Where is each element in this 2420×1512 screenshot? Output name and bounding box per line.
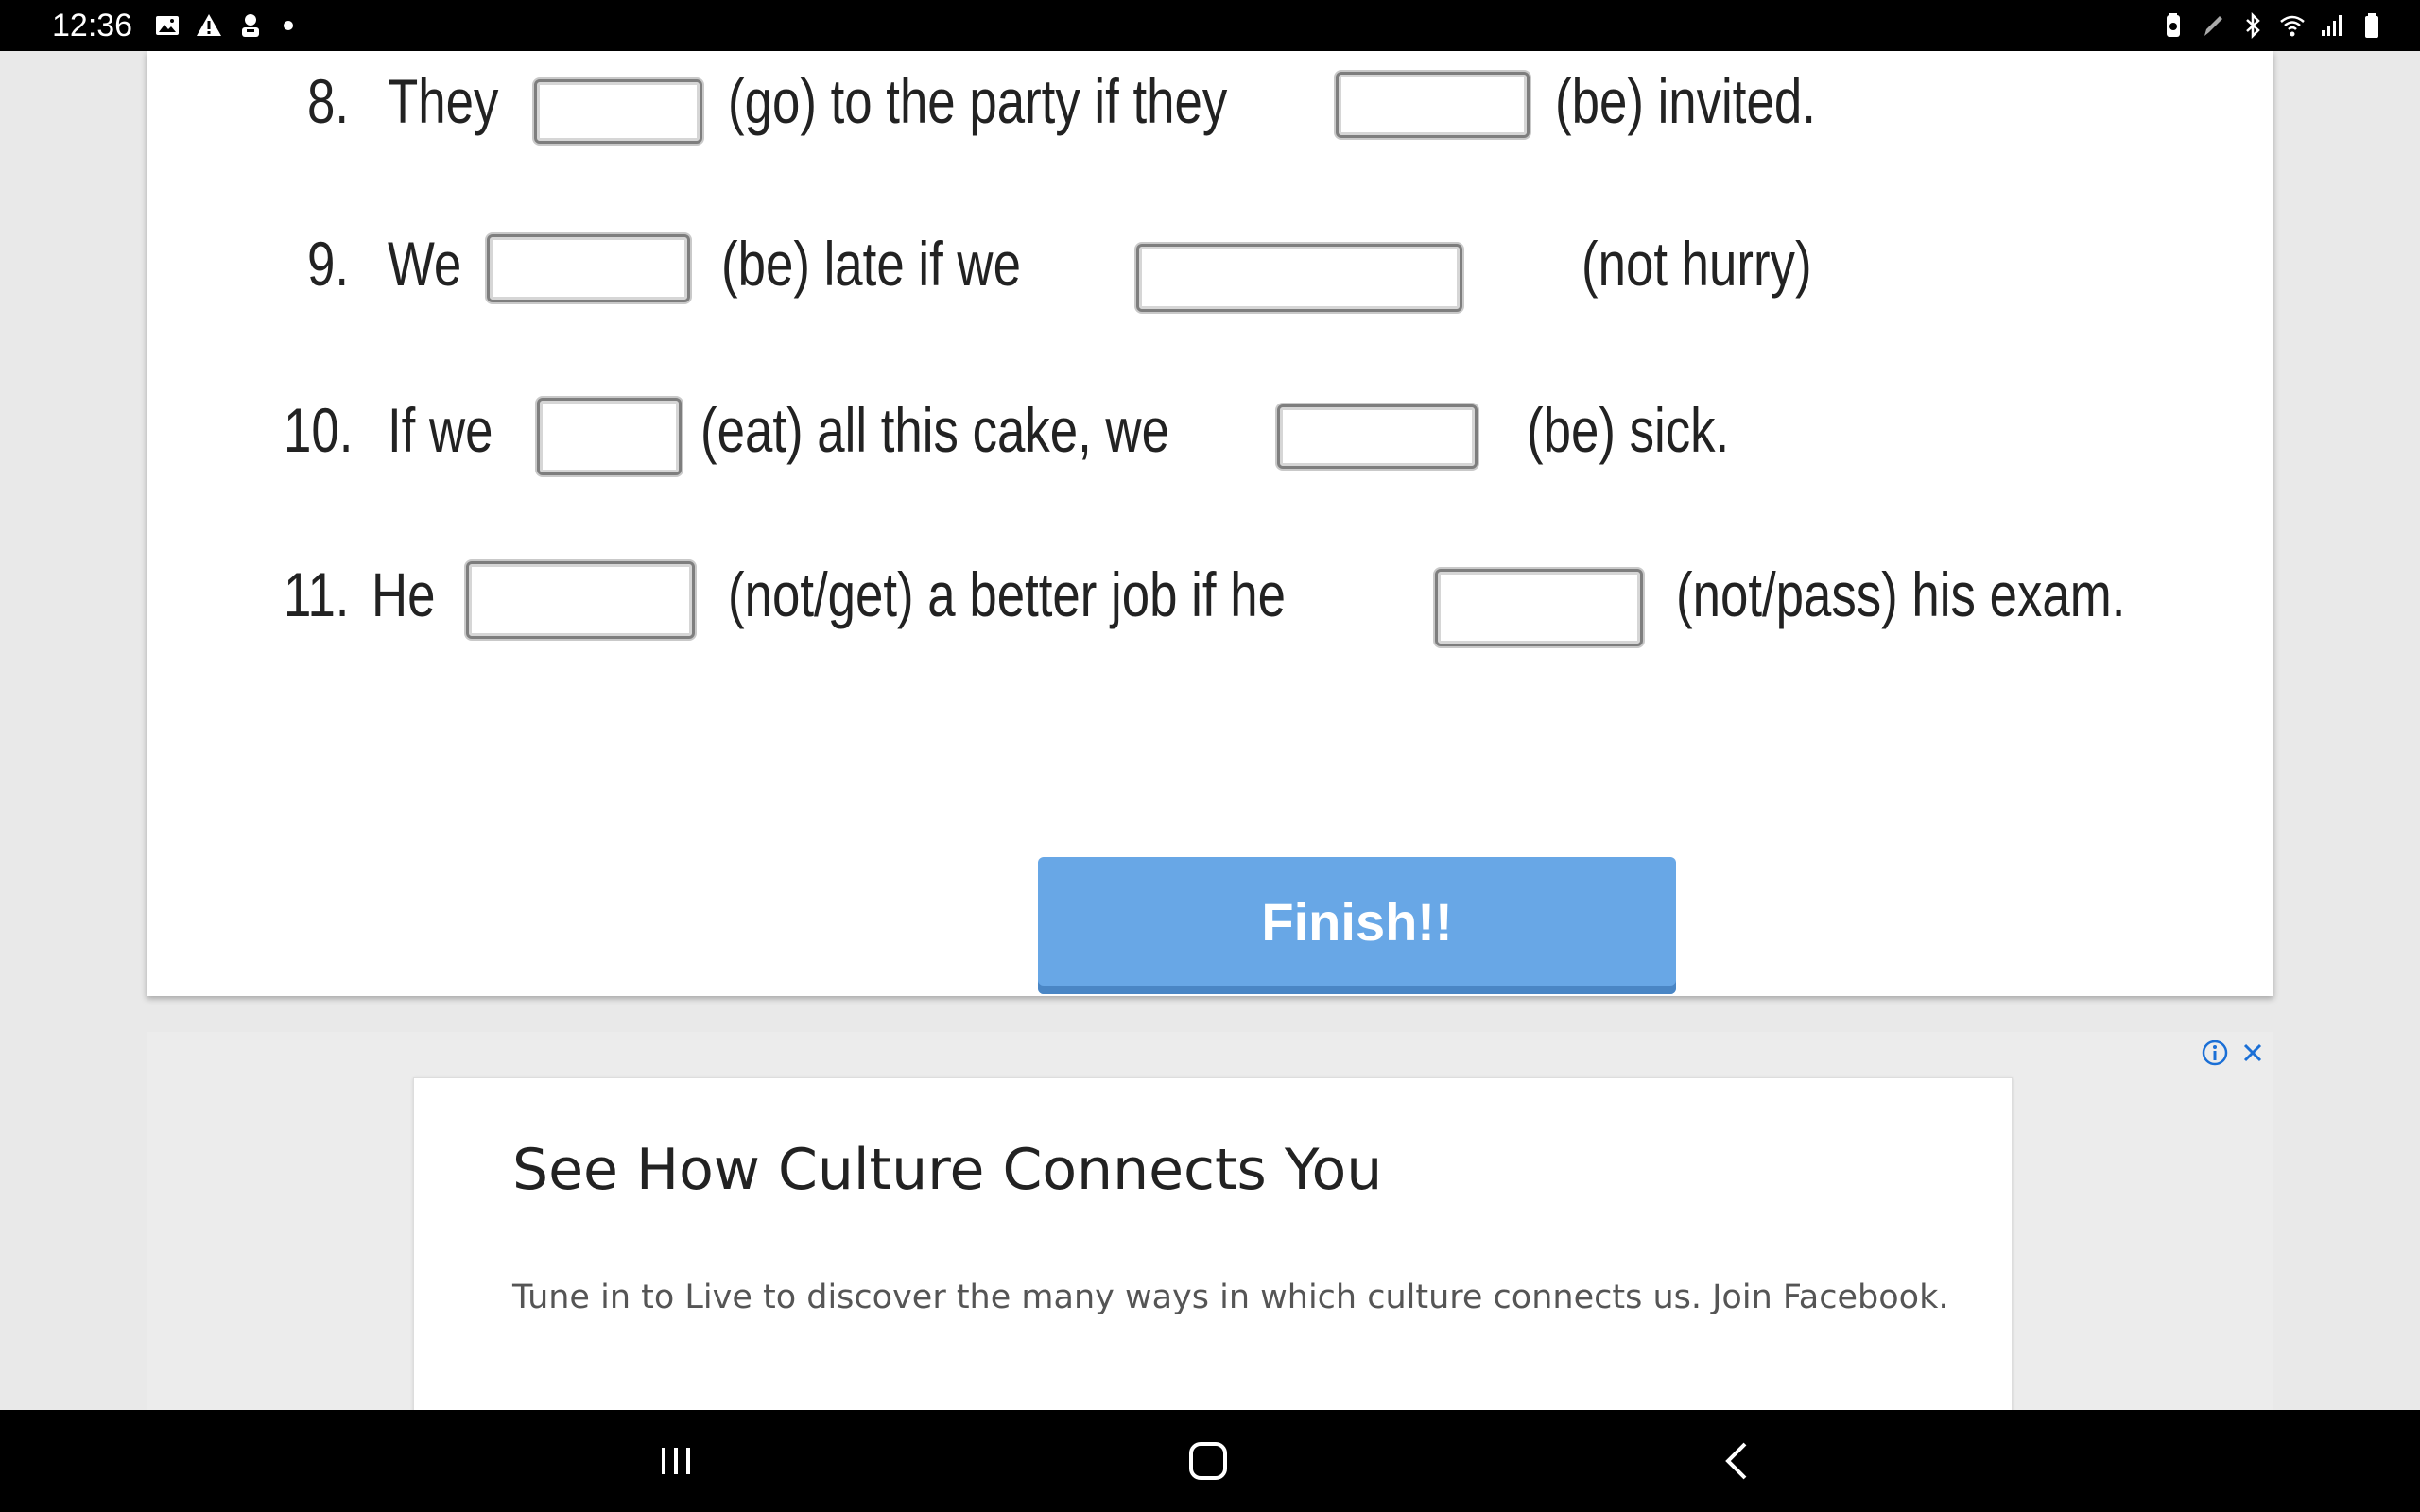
question-text: (not/get) a better job if he <box>728 559 1286 629</box>
battery-icon <box>2358 11 2386 40</box>
ad-title[interactable]: See How Culture Connects You <box>512 1137 1382 1203</box>
wifi-icon <box>2278 11 2307 40</box>
question-text: (eat) all this cake, we <box>700 395 1169 465</box>
worksheet-card: 8. They (go) to the party if they (be) i… <box>147 51 2273 996</box>
question-text: (not hurry) <box>1582 229 1812 299</box>
navigation-bar <box>0 1410 2420 1512</box>
answer-input-10a[interactable] <box>537 398 682 475</box>
question-number: 8. <box>307 66 350 136</box>
gallery-icon <box>153 11 182 40</box>
status-left: 12:36 <box>52 0 294 51</box>
question-text: They <box>388 66 499 136</box>
ad-controls <box>2200 1038 2268 1068</box>
home-icon[interactable] <box>1180 1433 1236 1489</box>
question-text: (be) late if we <box>721 229 1021 299</box>
notification-dot <box>284 21 294 30</box>
question-text: (be) invited. <box>1555 66 1816 136</box>
question-text: If we <box>388 395 493 465</box>
answer-input-9a[interactable] <box>487 234 690 302</box>
finish-button[interactable]: Finish!! <box>1038 857 1676 994</box>
signal-icon <box>2318 11 2346 40</box>
ad-container: See How Culture Connects You Tune in to … <box>147 1032 2273 1456</box>
pen-icon <box>2199 11 2227 40</box>
question-text: He <box>372 559 436 629</box>
answer-input-11a[interactable] <box>466 561 695 639</box>
recent-apps-icon[interactable] <box>648 1433 704 1489</box>
profile-icon <box>236 11 265 40</box>
warning-icon <box>195 11 223 40</box>
battery-saver-icon <box>2159 11 2187 40</box>
question-number: 9. <box>307 229 350 299</box>
ad-info-icon[interactable] <box>2200 1038 2230 1068</box>
ad-description: Tune in to Live to discover the many way… <box>512 1279 1949 1316</box>
answer-input-10b[interactable] <box>1277 404 1478 469</box>
question-text: (not/pass) his exam. <box>1676 559 2126 629</box>
answer-input-8b[interactable] <box>1336 72 1530 138</box>
question-number: 11. <box>284 559 350 629</box>
bluetooth-icon <box>2238 11 2267 40</box>
answer-input-9b[interactable] <box>1136 244 1462 312</box>
ad-close-icon[interactable] <box>2238 1038 2268 1068</box>
status-right <box>2159 0 2386 51</box>
status-bar: 12:36 <box>0 0 2420 51</box>
question-text: We <box>388 229 462 299</box>
question-text: (be) sick. <box>1527 395 1730 465</box>
ad-card[interactable]: See How Culture Connects You Tune in to … <box>413 1077 2182 1456</box>
status-time: 12:36 <box>52 7 133 43</box>
question-text: (go) to the party if they <box>728 66 1228 136</box>
back-icon[interactable] <box>1709 1433 1766 1489</box>
answer-input-8a[interactable] <box>534 79 702 144</box>
question-number: 10. <box>284 395 354 465</box>
answer-input-11b[interactable] <box>1435 569 1643 646</box>
